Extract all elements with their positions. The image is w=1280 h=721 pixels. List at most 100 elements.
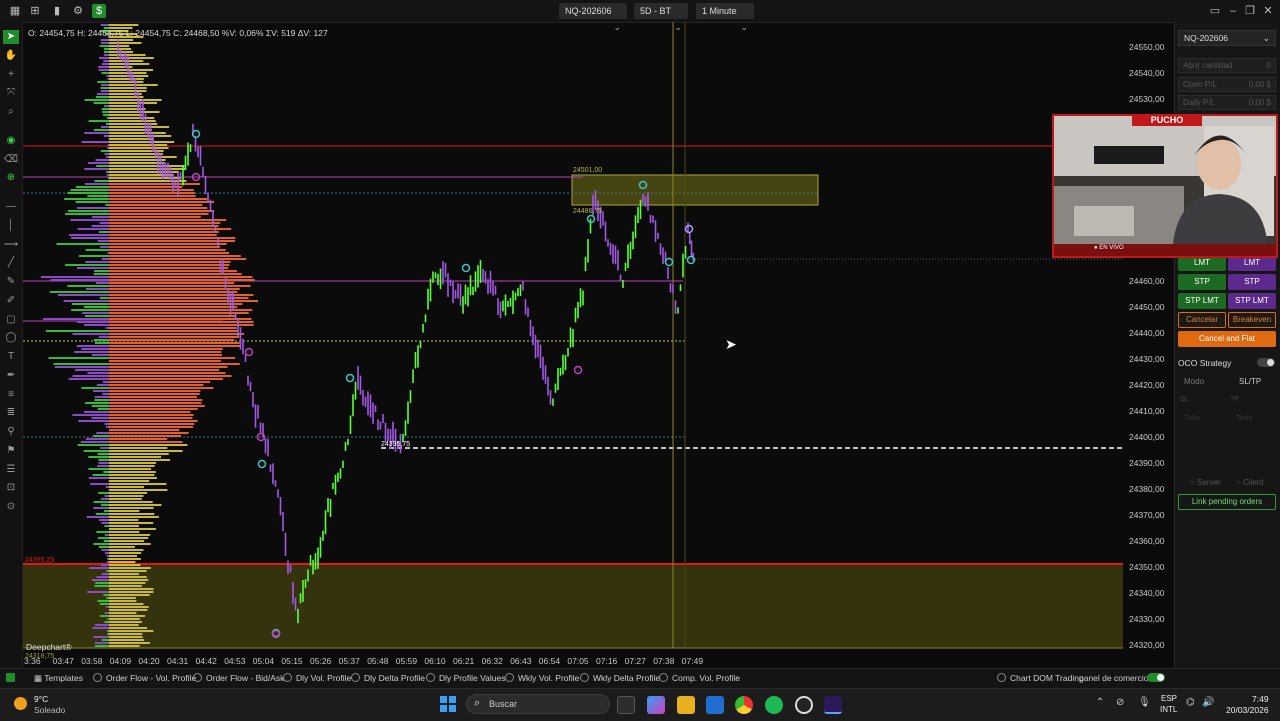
spotify-icon[interactable] [765, 696, 783, 714]
crosshair-tool-icon[interactable]: + [3, 68, 19, 82]
clock-time[interactable]: 7:49 [1252, 694, 1269, 704]
client-radio[interactable]: ○ Client [1236, 478, 1264, 487]
buy-stp-button[interactable]: STP [1178, 274, 1226, 290]
layers-tool-icon[interactable]: ☰ [3, 463, 19, 477]
price-tick-label: 24450,00 [1129, 302, 1164, 312]
cursor-tool-icon[interactable]: ➤ [3, 30, 19, 44]
weather-sun-icon[interactable] [14, 697, 27, 710]
clock-date[interactable]: 20/03/2026 [1226, 705, 1269, 715]
tray-app-icon[interactable]: ⊘ [1116, 697, 1124, 708]
marker-tool-icon[interactable]: ✒ [3, 369, 19, 383]
profile-bar [109, 237, 235, 239]
windows-start-icon[interactable] [440, 696, 456, 712]
rectangle-tool-icon[interactable]: ▢ [3, 313, 19, 327]
quantity-field[interactable]: Abrir cantidad0 [1178, 58, 1276, 73]
chart-bars-icon[interactable]: ▮ [50, 4, 64, 18]
oco-toggle[interactable] [1257, 358, 1275, 367]
delta-bar [96, 165, 109, 167]
tab-dly-vol-profile[interactable]: Dly Vol. Profile [283, 673, 351, 683]
tab-wkly-delta-profile[interactable]: Wkly Delta Profile [580, 673, 660, 683]
copilot-icon[interactable] [647, 696, 665, 714]
minimize-icon[interactable]: – [1226, 4, 1240, 18]
visibility-tool-icon[interactable]: ⊙ [3, 500, 19, 514]
buy-stplmt-button[interactable]: STP LMT [1178, 293, 1226, 309]
link-pending-orders-button[interactable]: Link pending orders [1178, 494, 1276, 510]
tab-chart-dom-trading[interactable]: Chart DOM Trading [997, 673, 1084, 683]
chrome-icon[interactable] [735, 696, 753, 714]
language-layout[interactable]: INTL [1160, 705, 1177, 714]
panel-icon[interactable]: ▭ [1208, 4, 1222, 18]
templates-icon: ▦ [34, 673, 44, 683]
layout-icon[interactable]: ⊞ [28, 4, 42, 18]
sell-stplmt-button[interactable]: STP LMT [1228, 293, 1276, 309]
ray-tool-icon[interactable]: ⟶ [3, 238, 19, 252]
tab-order-flow-vol-profile[interactable]: Order Flow - Vol. Profile [93, 673, 196, 683]
profile-bar [109, 45, 129, 47]
delta-bar [99, 336, 109, 338]
delta-bar [93, 507, 109, 509]
cancel-and-flat-button[interactable]: Cancel and Flat [1178, 331, 1276, 347]
maximize-icon[interactable]: ❐ [1243, 4, 1257, 18]
text-tool-icon[interactable]: T [3, 350, 19, 364]
brush-tool-icon[interactable]: ✐ [3, 294, 19, 308]
price-tick-label: 24400,00 [1129, 432, 1164, 442]
hline-tool-icon[interactable]: — [3, 200, 19, 214]
zoom-tool-icon[interactable]: ⌕ [3, 105, 19, 119]
move-tool-icon[interactable]: ⤧ [3, 86, 19, 100]
profile-bar [109, 495, 143, 497]
lock-tool-icon[interactable]: ⊡ [3, 481, 19, 495]
settings-icon[interactable]: ⚙ [71, 4, 85, 18]
sell-stp-button[interactable]: STP [1228, 274, 1276, 290]
panel-comercio-toggle[interactable] [1147, 673, 1165, 682]
eye-tool-icon[interactable]: ◉ [3, 134, 19, 148]
timeframe-dropdown[interactable]: 1 Minute⌄ [696, 3, 754, 19]
breakeven-button[interactable]: Breakeven [1228, 312, 1276, 328]
magnet-tool-icon[interactable]: ⊕ [3, 171, 19, 185]
taskbar-search[interactable]: ⌕ Buscar [466, 694, 610, 714]
vline-tool-icon[interactable]: │ [3, 219, 19, 233]
profile-bar [109, 426, 193, 428]
tab-order-flow-bid-ask[interactable]: Order Flow - Bid/Ask [193, 673, 284, 683]
volume-icon[interactable]: 🔊 [1202, 697, 1214, 708]
store-icon[interactable] [706, 696, 724, 714]
network-icon[interactable]: ⌬ [1186, 697, 1195, 708]
language-code[interactable]: ESP [1161, 694, 1177, 703]
list-tool-2-icon[interactable]: ≣ [3, 406, 19, 420]
dollar-icon[interactable]: $ [92, 4, 106, 18]
profile-bar [109, 342, 240, 344]
trendline-tool-icon[interactable]: ╱ [3, 256, 19, 270]
cancel-button[interactable]: Cancelar [1178, 312, 1226, 328]
server-radio[interactable]: ○ Server [1190, 478, 1221, 487]
ellipse-tool-icon[interactable]: ◯ [3, 331, 19, 345]
price-chart[interactable]: 24501,00 24486,75 24395,75 24355,25 2431… [23, 22, 1173, 668]
tab-wkly-vol-profile[interactable]: Wkly Vol. Profile [505, 673, 579, 683]
profile-bar [109, 90, 146, 92]
eraser-tool-icon[interactable]: ⌫ [3, 153, 19, 167]
profile-bar [109, 477, 157, 479]
close-icon[interactable]: ✕ [1261, 4, 1275, 18]
signal-marker [666, 259, 673, 266]
pencil-tool-icon[interactable]: ✎ [3, 275, 19, 289]
modo-select[interactable]: SL/TP [1239, 377, 1261, 386]
tab-dly-delta-profile[interactable]: Dly Delta Profile [351, 673, 425, 683]
tabs-toggle-icon[interactable] [6, 673, 15, 682]
panel-instrument-select[interactable]: NQ-202606⌄ [1178, 30, 1276, 46]
list-tool-icon[interactable]: ≡ [3, 388, 19, 402]
tab-dly-profile-values[interactable]: Dly Profile Values [426, 673, 505, 683]
hand-tool-icon[interactable]: ✋ [3, 49, 19, 63]
window-grid-icon[interactable]: ▦ [8, 4, 22, 18]
task-view-icon[interactable] [617, 696, 635, 714]
templates-tab[interactable]: ▦ Templates [34, 673, 83, 684]
flag-tool-icon[interactable]: ⚑ [3, 444, 19, 458]
tray-chevron-icon[interactable]: ⌃ [1096, 697, 1104, 708]
period-dropdown[interactable]: 5D - BT⌄ [634, 3, 688, 19]
instrument-dropdown[interactable]: NQ-202606⌄ [559, 3, 627, 19]
microphone-icon[interactable]: 🎙 [1138, 697, 1151, 708]
stamp-tool-icon[interactable]: ⚲ [3, 425, 19, 439]
tab-panel-de-comercio[interactable]: panel de comercio [1079, 673, 1148, 683]
tab-comp-vol-profile[interactable]: Comp. Vol. Profile [659, 673, 740, 683]
file-explorer-icon[interactable] [677, 696, 695, 714]
delta-bar [107, 252, 109, 254]
deepchart-app-icon[interactable] [824, 696, 842, 714]
obs-icon[interactable] [795, 696, 813, 714]
